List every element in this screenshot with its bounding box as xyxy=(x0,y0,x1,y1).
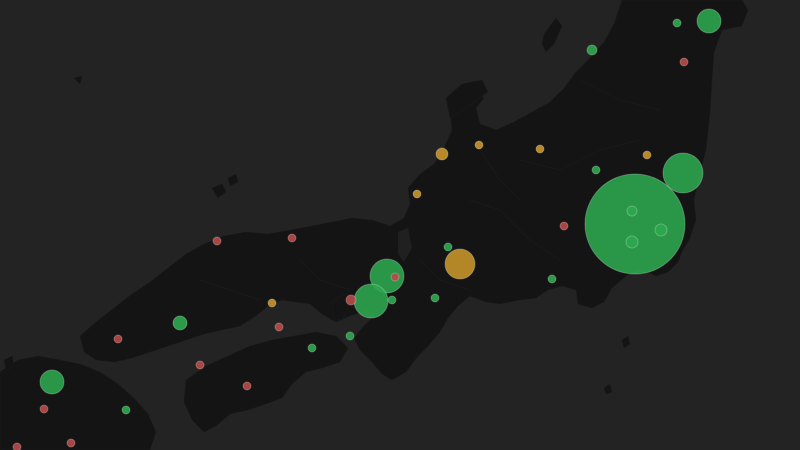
marker-osaka[interactable] xyxy=(353,283,389,319)
marker-kumamoto-red[interactable] xyxy=(66,438,76,448)
marker-ehime-red[interactable] xyxy=(195,360,205,370)
marker-oita[interactable] xyxy=(121,405,131,415)
marker-tokyo[interactable] xyxy=(584,173,686,275)
marker-kanto-orange[interactable] xyxy=(642,150,652,160)
marker-fukuoka[interactable] xyxy=(39,369,65,395)
marker-hokuriku-orange-2[interactable] xyxy=(435,147,449,161)
marker-yamanashi[interactable] xyxy=(559,221,569,231)
marker-fukui-orange[interactable] xyxy=(412,189,422,199)
marker-shizuoka[interactable] xyxy=(547,274,557,284)
marker-nagoya[interactable] xyxy=(444,248,476,280)
marker-tokyo-inner-3[interactable] xyxy=(654,223,668,237)
marker-kanto-small-green[interactable] xyxy=(591,165,601,175)
marker-shiga-red[interactable] xyxy=(390,272,400,282)
marker-tokushima[interactable] xyxy=(307,343,317,353)
marker-tokyo-inner-2[interactable] xyxy=(625,235,639,249)
marker-ibaraki[interactable] xyxy=(662,152,704,194)
marker-northeast-red[interactable] xyxy=(679,57,689,67)
marker-okayama-orange[interactable] xyxy=(267,298,277,308)
marker-tottori-red[interactable] xyxy=(287,233,297,243)
marker-saga-red[interactable] xyxy=(39,404,49,414)
marker-nagasaki-red[interactable] xyxy=(12,442,22,450)
marker-shimane-red[interactable] xyxy=(212,236,222,246)
marker-northeast-large[interactable] xyxy=(696,8,722,34)
map-canvas[interactable] xyxy=(0,0,800,450)
marker-nagano-orange[interactable] xyxy=(535,144,545,154)
marker-mie[interactable] xyxy=(430,293,440,303)
marker-tokyo-inner-1[interactable] xyxy=(626,205,638,217)
marker-kagawa-red[interactable] xyxy=(274,322,284,332)
marker-kochi-red[interactable] xyxy=(242,381,252,391)
marker-hiroshima[interactable] xyxy=(172,315,188,331)
marker-niigata-area[interactable] xyxy=(586,44,598,56)
marker-hokuriku-orange-1[interactable] xyxy=(474,140,484,150)
marker-yamaguchi-red[interactable] xyxy=(113,334,123,344)
marker-gifu[interactable] xyxy=(443,242,453,252)
marker-northeast-small[interactable] xyxy=(672,18,682,28)
marker-wakayama[interactable] xyxy=(345,331,355,341)
marker-nara[interactable] xyxy=(387,295,397,305)
marker-hyogo-red[interactable] xyxy=(345,294,357,306)
